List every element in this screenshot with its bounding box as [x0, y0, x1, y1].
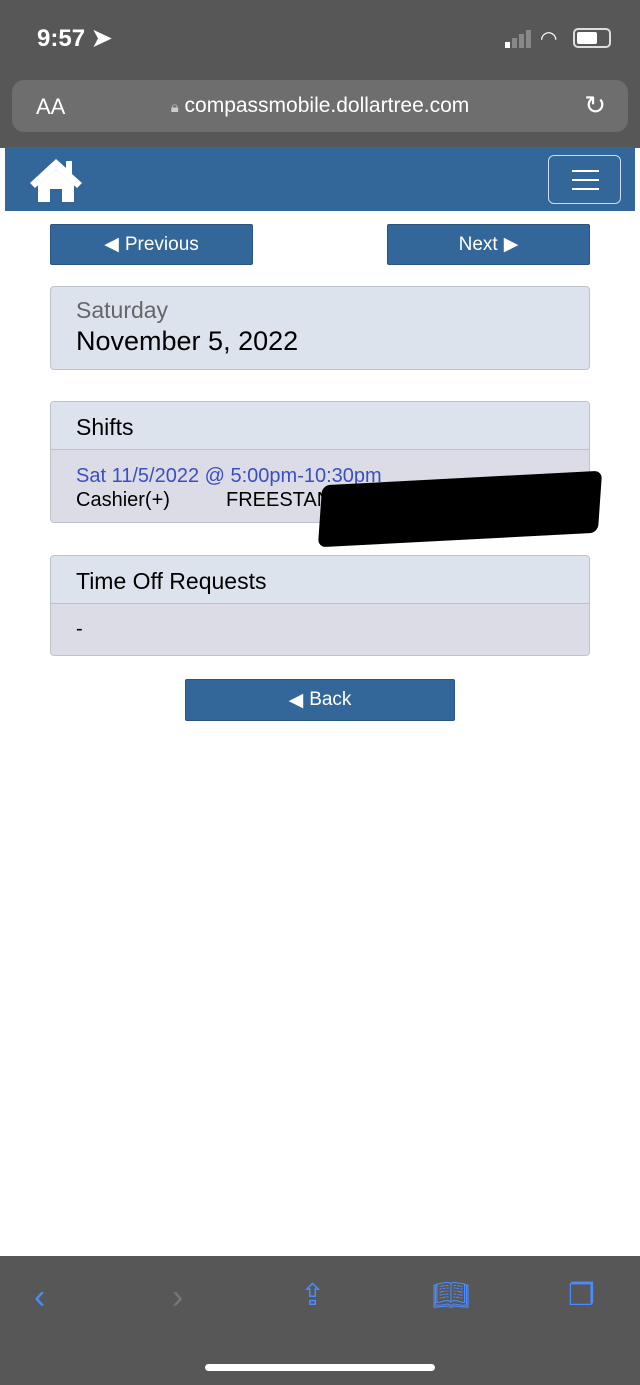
caret-left-icon: ◀ [288, 689, 304, 711]
hamburger-menu-button[interactable] [548, 155, 621, 204]
site-header [5, 147, 635, 211]
status-bar: 9:57 ➤ ◠ AA 🔒︎ compassmobile.dollartree.… [0, 0, 640, 148]
time-text: 9:57 [37, 25, 86, 52]
back-button[interactable]: ◀ Back [185, 679, 455, 721]
clock: 9:57 ➤ [37, 24, 112, 53]
next-label: Next [458, 233, 498, 255]
share-icon[interactable]: ⇪ [300, 1278, 325, 1313]
browser-toolbar: ‹ › ⇪ 📖︎ ❐ [0, 1256, 640, 1385]
caret-left-icon: ◀ [104, 234, 119, 255]
location-arrow-icon: ➤ [91, 25, 112, 52]
forward-arrow-icon[interactable]: › [172, 1278, 183, 1317]
lock-icon: 🔒︎ [170, 99, 179, 116]
url-text: compassmobile.dollartree.com [184, 94, 470, 117]
time-off-panel: Time Off Requests - [50, 555, 590, 656]
cellular-signal-icon [505, 30, 531, 48]
wifi-icon: ◠ [540, 28, 558, 50]
home-indicator [205, 1364, 435, 1371]
previous-button[interactable]: ◀ Previous [50, 224, 253, 265]
battery-icon [573, 28, 611, 48]
date-heading: November 5, 2022 [76, 326, 299, 356]
shifts-title: Shifts [51, 402, 589, 450]
home-icon[interactable] [27, 155, 85, 208]
reload-icon[interactable]: ↻ [584, 90, 606, 121]
back-arrow-icon[interactable]: ‹ [34, 1278, 45, 1317]
caret-right-icon: ▶ [503, 234, 519, 255]
tabs-icon[interactable]: ❐ [568, 1278, 595, 1313]
address-bar[interactable]: AA 🔒︎ compassmobile.dollartree.com ↻ [12, 80, 628, 132]
time-off-value: - [51, 604, 589, 655]
previous-label: Previous [124, 233, 199, 255]
time-off-title: Time Off Requests [51, 556, 589, 604]
bookmarks-icon[interactable]: 📖︎ [432, 1278, 470, 1313]
weekday: Saturday [76, 297, 169, 323]
back-label: Back [309, 689, 352, 710]
date-panel: Saturday November 5, 2022 [50, 286, 590, 370]
next-button[interactable]: Next ▶ [387, 224, 590, 265]
shift-role: Cashier(+) [76, 489, 170, 511]
